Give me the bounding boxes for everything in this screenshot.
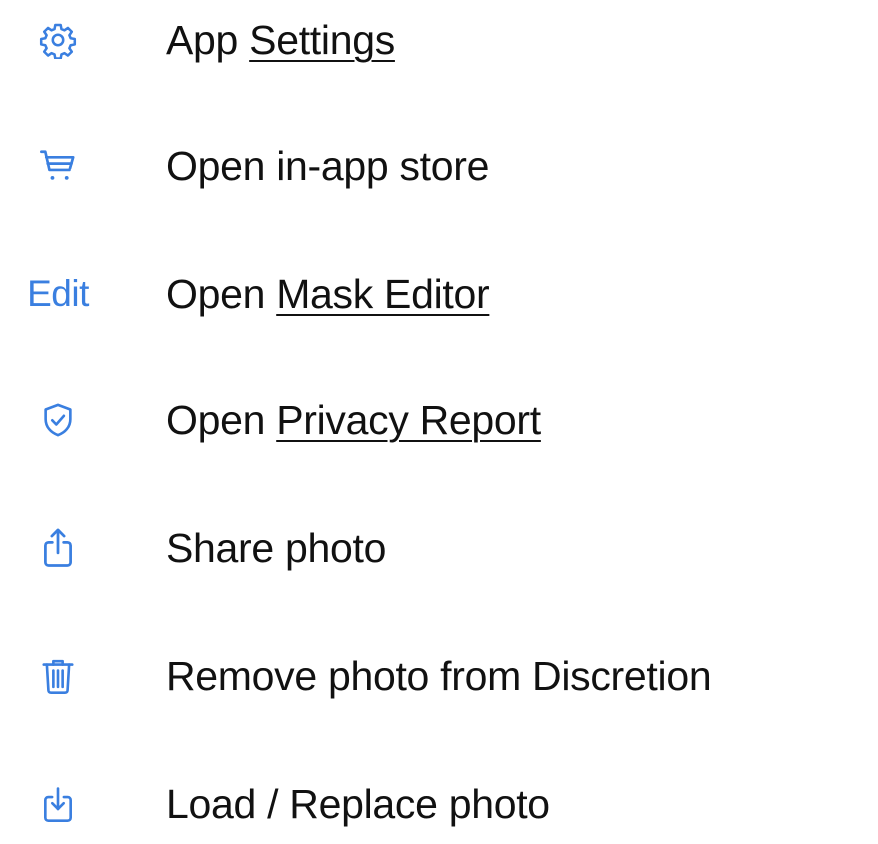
menu-item-label: Open Mask Editor	[166, 254, 490, 334]
label-text: Open	[166, 271, 277, 317]
menu-item-share-photo[interactable]: Share photo	[0, 508, 878, 588]
label-text: Open	[166, 397, 277, 443]
menu-item-load-replace-photo[interactable]: Load / Replace photo	[0, 764, 878, 844]
edit-text-icon: Edit	[8, 254, 108, 334]
edit-label: Edit	[27, 273, 89, 314]
download-icon	[8, 764, 108, 844]
menu-item-remove-photo[interactable]: Remove photo from Discretion	[0, 636, 878, 716]
label-text: App	[166, 17, 250, 63]
mask-editor-link[interactable]: Mask Editor	[276, 271, 489, 317]
privacy-report-link[interactable]: Privacy Report	[276, 397, 541, 443]
menu-item-label: App Settings	[166, 0, 395, 80]
gear-icon	[8, 0, 108, 80]
menu-item-label: Open in-app store	[166, 126, 489, 206]
label-text: Load / Replace photo	[166, 781, 550, 827]
label-text: Open in-app store	[166, 143, 490, 189]
menu-item-label: Share photo	[166, 508, 386, 588]
menu-item-privacy-report[interactable]: Open Privacy Report	[0, 380, 878, 460]
menu-item-mask-editor[interactable]: Edit Open Mask Editor	[0, 254, 878, 334]
menu-item-label: Open Privacy Report	[166, 380, 541, 460]
menu-item-label: Load / Replace photo	[166, 764, 550, 844]
trash-icon	[8, 636, 108, 716]
menu-item-app-settings[interactable]: App Settings	[0, 0, 878, 80]
settings-link[interactable]: Settings	[249, 17, 395, 63]
label-text: Share photo	[166, 525, 387, 571]
share-icon	[8, 508, 108, 588]
menu-item-in-app-store[interactable]: Open in-app store	[0, 126, 878, 206]
menu-item-label: Remove photo from Discretion	[166, 636, 712, 716]
label-text: Remove photo from Discretion	[166, 653, 712, 699]
cart-icon	[8, 126, 108, 206]
shield-check-icon	[8, 380, 108, 460]
